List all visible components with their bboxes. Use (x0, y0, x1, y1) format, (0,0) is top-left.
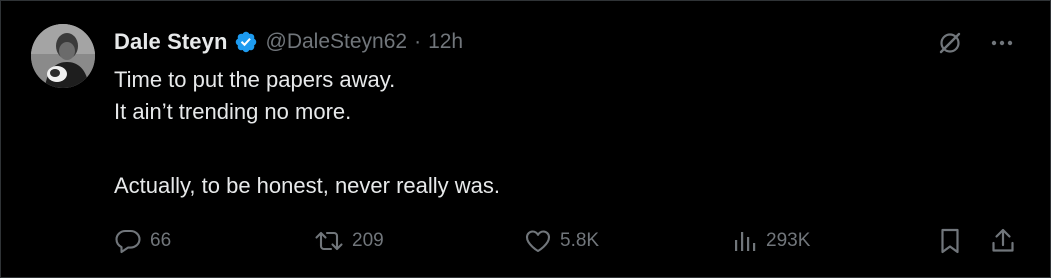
tweet-body: Time to put the papers away. It ain’t tr… (114, 64, 994, 202)
repost-count: 209 (352, 230, 384, 251)
tweet-timestamp[interactable]: 12h (428, 30, 463, 54)
author-display-name[interactable]: Dale Steyn (114, 29, 228, 55)
reply-icon (115, 229, 141, 254)
reply-count: 66 (150, 230, 172, 251)
tweet-text-line: Actually, to be honest, never really was… (114, 173, 501, 198)
views-chart-icon (735, 232, 756, 251)
share-button[interactable] (990, 224, 1016, 258)
tweet-header: Dale Steyn @DaleSteyn62 · 12h (114, 29, 463, 55)
bookmark-button[interactable] (938, 224, 962, 258)
tweet-text-line: Time to put the papers away. (114, 67, 396, 92)
verified-badge-icon[interactable] (234, 30, 258, 54)
like-count: 5.8K (560, 230, 600, 251)
tweet-card[interactable]: Dale Steyn @DaleSteyn62 · 12h Time to pu… (0, 0, 1049, 276)
tweet-action-bar: 66 209 5.8K 293K (114, 224, 1021, 258)
avatar-photo (31, 24, 95, 88)
reply-button[interactable]: 66 (114, 224, 171, 258)
like-button[interactable]: 5.8K (524, 224, 599, 258)
separator-dot: · (414, 30, 422, 53)
heart-icon (525, 230, 551, 253)
repost-icon (315, 231, 343, 251)
bookmark-icon (941, 228, 959, 254)
share-icon (992, 228, 1014, 252)
author-handle[interactable]: @DaleSteyn62 (266, 30, 408, 54)
tweet-text-line: It ain’t trending no more. (114, 99, 352, 124)
repost-button[interactable]: 209 (314, 224, 384, 258)
views-button[interactable]: 293K (732, 224, 810, 258)
view-count: 293K (766, 230, 811, 251)
more-icon[interactable] (985, 26, 1019, 60)
tweet-top-actions (933, 26, 1019, 60)
avatar[interactable] (31, 24, 95, 88)
grok-icon[interactable] (933, 26, 967, 60)
